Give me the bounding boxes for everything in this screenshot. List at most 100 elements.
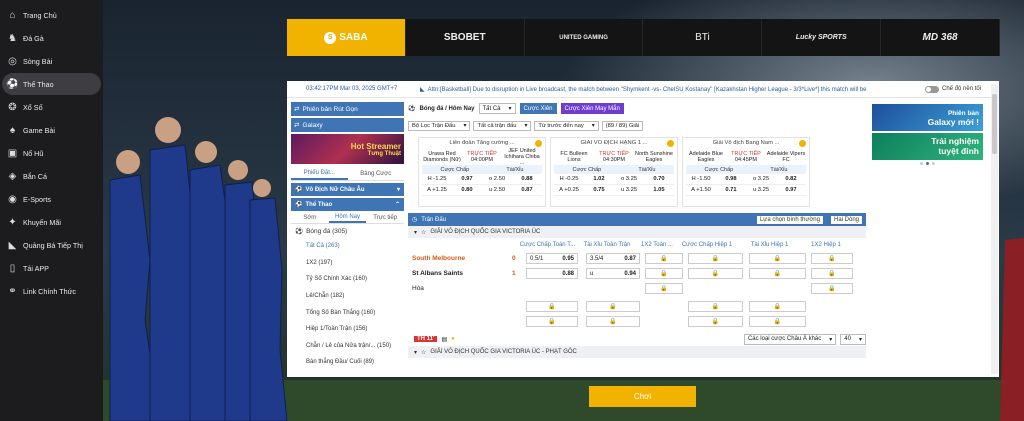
bet-type-first-last-goal[interactable]: Bàn thắng Đầu/ Cuối (89): [291, 354, 404, 371]
view-mode-select[interactable]: Lựa chọn bình thường: [756, 215, 823, 224]
line-mode-select[interactable]: Hai Dòng: [830, 215, 862, 224]
sidebar-item-home[interactable]: ⌂ Trang Chủ: [2, 4, 101, 26]
sportsbook-frame: 03:42:17PM Mar 03, 2025 GMT+7 ◣ Attn:[Bas…: [287, 81, 999, 377]
scrollbar[interactable]: [991, 84, 998, 374]
page-size-select[interactable]: 40 ▾: [840, 333, 866, 345]
sidebar-item-card-games[interactable]: ♠ Game Bài: [2, 119, 101, 141]
sport-selector[interactable]: Bóng đá / Hôm Nay: [419, 106, 474, 112]
sidebar-item-promotions[interactable]: ✦ Khuyến Mãi: [2, 211, 101, 233]
sidebar-item-download-app[interactable]: ▯ Tải APP: [2, 257, 101, 279]
featured-match-card[interactable]: GIẢI VÔ ĐỊCH HẠNG 1 ... FC Bulleen Lions…: [550, 137, 678, 207]
odds-button[interactable]: 3.5/4 0.87: [586, 253, 640, 264]
sidebar-item-slots[interactable]: ▣ Nổ Hũ: [2, 142, 101, 164]
chevron-down-icon: ▾: [524, 122, 528, 129]
league-count[interactable]: (89 / 89) Giải: [601, 120, 644, 131]
sidebar-item-sports[interactable]: ⚽ Thể Thao: [2, 73, 101, 95]
lock-icon: 🔒: [586, 301, 640, 312]
lock-icon: 🔒: [688, 316, 743, 327]
tab-early[interactable]: Sớm: [291, 213, 329, 223]
swap-icon: ⇄: [294, 106, 300, 113]
sidebar-item-official-link[interactable]: ⚭ Link Chính Thức: [2, 280, 101, 302]
provider-sbobet[interactable]: SBOBET: [406, 19, 525, 56]
galaxy-button[interactable]: ⇄ Galaxy: [291, 118, 404, 132]
star-icon[interactable]: ☆: [421, 349, 426, 356]
lock-icon: 🔒: [688, 301, 743, 312]
time-tabs: Sớm Hôm Nay Trực tiếp: [291, 213, 404, 224]
provider-md368[interactable]: MD 368: [881, 19, 1000, 56]
star-icon[interactable]: ☆: [421, 229, 426, 236]
scrollbar-thumb[interactable]: [992, 94, 997, 154]
sportsbook-topbar: 03:42:17PM Mar 03, 2025 GMT+7 ◣ Attn:[Bas…: [287, 81, 999, 98]
sidebar-item-casino[interactable]: ◎ Sòng Bài: [2, 50, 101, 72]
parlay-button[interactable]: Cược Xiên: [519, 103, 557, 114]
provider-bti[interactable]: BTi: [643, 19, 763, 56]
provider-lucky-sports[interactable]: Lucky SPORTS: [762, 19, 882, 56]
clock: 03:42:17PM Mar 03, 2025 GMT+7: [306, 86, 398, 92]
bet-type-ht-ft[interactable]: Hiệp 1/Toàn Trận (156): [291, 321, 404, 338]
match-filter-select[interactable]: Bộ Lọc Trận Đấu ▾: [408, 120, 471, 131]
tab-bet-slip[interactable]: Phiếu Đặt...: [291, 167, 348, 180]
featured-match-card[interactable]: Liên đoàn Tăng cường ... Urawa Red Diamo…: [418, 137, 546, 207]
odds-button[interactable]: u 0.94: [586, 268, 640, 279]
odds-button[interactable]: 0.5/1 0.95: [526, 253, 578, 264]
sidebar-item-affiliate[interactable]: ◣ Quảng Bá Tiếp Thị: [2, 234, 101, 256]
match-row: South Melbourne 0 St Albans Saints 1 Hòa…: [408, 252, 866, 346]
play-button[interactable]: Chơi: [589, 386, 696, 407]
bet-type-correct-score[interactable]: Tỷ Số Chính Xác (160): [291, 271, 404, 288]
dark-mode-toggle[interactable]: Chế độ nền tối: [925, 85, 981, 93]
market-select[interactable]: Tất Cả ▾: [478, 103, 516, 114]
featured-match-card[interactable]: Giải Vô địch Bang Nam ... Adelaide Blue …: [682, 137, 810, 207]
market-columns: Cược Chấp Toàn T... Tài Xỉu Toàn Trận 1X…: [519, 242, 841, 248]
bet-type-half-odd-even[interactable]: Chẵn / Lẻ của Nửa trận/... (150): [291, 338, 404, 355]
tab-bet-list[interactable]: Bảng Cược: [348, 167, 405, 180]
chevron-down-icon: ▾: [414, 349, 418, 356]
toggle-switch[interactable]: [925, 85, 939, 93]
chevron-down-icon: ▾: [858, 336, 862, 343]
soccer-ball-icon: ⚽: [295, 228, 304, 235]
lock-icon: 🔒: [749, 316, 806, 327]
swap-icon: ⇄: [294, 122, 300, 129]
soccer-ball-icon: ⚽: [6, 78, 19, 90]
league-header-corners[interactable]: ▾ ☆ GIẢI VÔ ĐỊCH QUỐC GIA VICTORIA ÚC - PH…: [408, 346, 866, 358]
sidebar: ⌂ Trang Chủ ♞ Đá Gà ◎ Sòng Bài ⚽ Thể Thao ❂ X…: [0, 0, 103, 421]
more-bets-select[interactable]: Các loại cược Châu Á khác ▾: [743, 333, 837, 345]
lock-icon: 🔒: [688, 268, 743, 279]
sidebar-item-esports[interactable]: ◉ E-Sports: [2, 188, 101, 210]
lucky-parlay-button[interactable]: Cược Xiên May Mắn: [560, 103, 624, 114]
carousel-dots[interactable]: [872, 162, 983, 165]
right-banners: Phiên bản Galaxy mới ! Trải nghiệm tuyệt đ…: [872, 104, 983, 165]
experience-promo-banner[interactable]: Trải nghiệm tuyệt đỉnh: [872, 133, 983, 160]
bet-type-1x2[interactable]: 1X2 (197): [291, 255, 404, 272]
bet-type-odd-even[interactable]: Lẻ/Chẵn (182): [291, 288, 404, 305]
sidebar-item-lottery[interactable]: ❂ Xổ Số: [2, 96, 101, 118]
date-range-select[interactable]: Từ trước đến nay ▾: [534, 120, 599, 131]
section-sports[interactable]: ⚽ Thể Thao ⌃: [291, 198, 404, 211]
live-badge: TH 11': [414, 336, 438, 342]
all-matches-select[interactable]: Tất cả trận đấu ▾: [473, 120, 532, 131]
tab-live[interactable]: Trực tiếp: [366, 213, 404, 223]
coin-icon: [535, 140, 542, 147]
provider-saba[interactable]: S SABA: [287, 19, 406, 56]
lottery-icon: ❂: [8, 101, 17, 113]
featured-matches: Liên đoàn Tăng cường ... Urawa Red Diamo…: [408, 137, 866, 207]
sidebar-item-fishing[interactable]: ◈ Bắn Cá: [2, 165, 101, 187]
link-icon: ⚭: [8, 285, 17, 297]
tab-today[interactable]: Hôm Nay: [328, 213, 367, 223]
compact-version-button[interactable]: ⇄ Phiên bản Rút Gọn: [291, 102, 404, 116]
odds-button[interactable]: 0.88: [526, 268, 578, 279]
megaphone-icon: ◣: [420, 86, 425, 93]
slot-icon: ▣: [7, 147, 18, 159]
section-womens-euro[interactable]: ⚽ Vô Địch Nữ Châu Âu ▾: [291, 183, 404, 196]
stats-icon[interactable]: ▤: [441, 336, 447, 343]
sport-football[interactable]: ⚽ Bóng đá (305): [291, 224, 404, 238]
league-header[interactable]: ▾ ☆ GIẢI VÔ ĐỊCH QUỐC GIA VICTORIA ÚC: [408, 226, 866, 238]
hot-streamer-banner[interactable]: Hot Streamer Tưng Thuật: [291, 134, 404, 164]
sidebar-item-cockfight[interactable]: ♞ Đá Gà: [2, 27, 101, 49]
lock-icon: 🔒: [586, 316, 640, 327]
lock-icon: 🔒: [526, 301, 578, 312]
bet-type-total-goals[interactable]: Tổng Số Bàn Thắng (160): [291, 304, 404, 321]
bet-type-all[interactable]: Tất Cả (263): [291, 238, 404, 255]
galaxy-promo-banner[interactable]: Phiên bản Galaxy mới !: [872, 104, 983, 131]
provider-united-gaming[interactable]: UNITED GAMING: [525, 19, 644, 56]
announcement[interactable]: ◣ Attn:[Basketball] Due to disruption in …: [420, 86, 915, 93]
